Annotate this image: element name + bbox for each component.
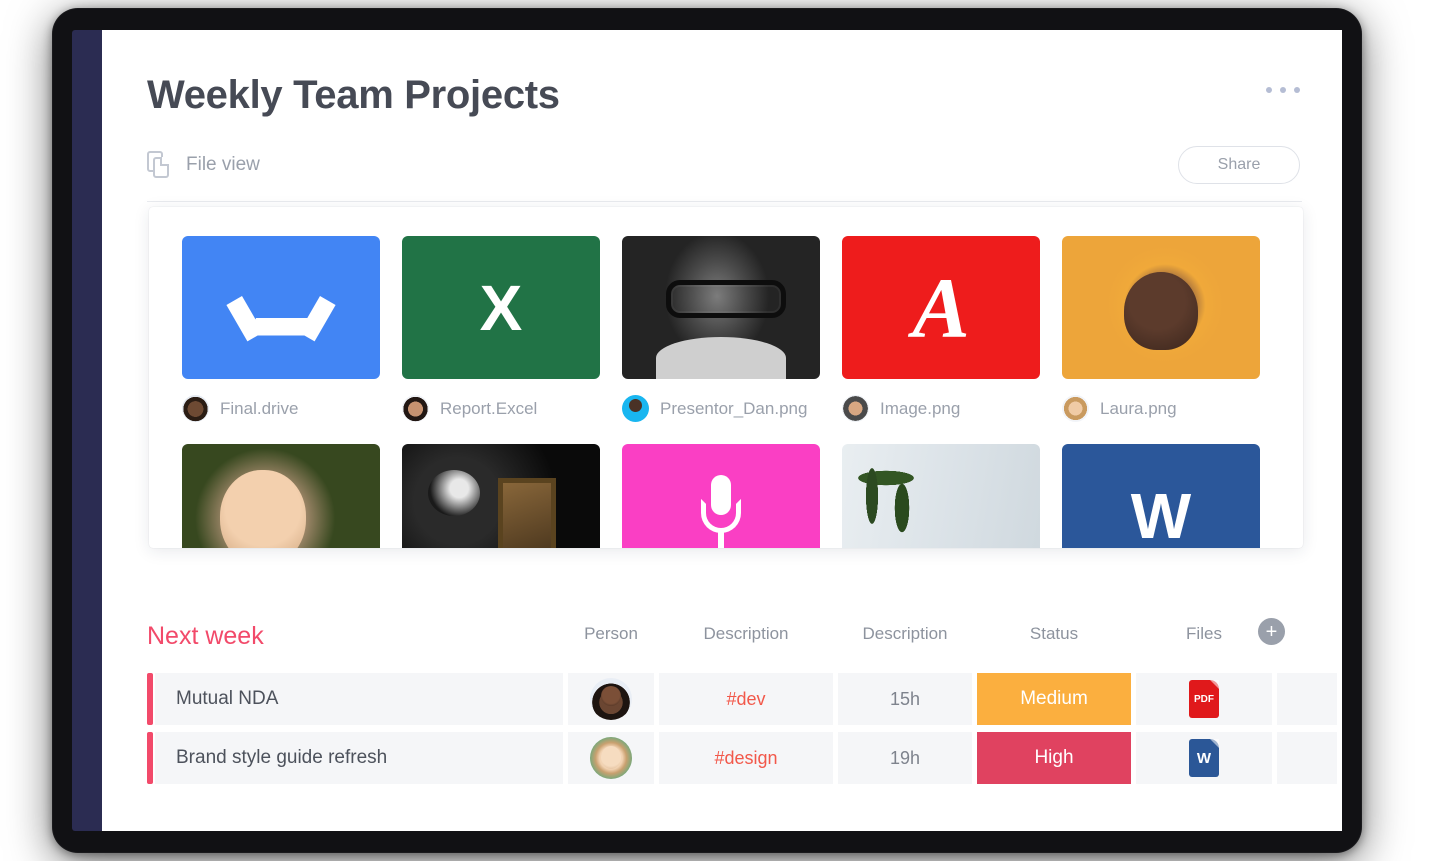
file-card[interactable]: A Image.png: [842, 236, 1040, 422]
add-column-button[interactable]: +: [1258, 618, 1285, 645]
file-meta: Final.drive: [182, 395, 380, 422]
row-files[interactable]: W: [1136, 732, 1272, 784]
avatar: [182, 395, 209, 422]
tab-file-view-label: File view: [186, 154, 260, 175]
file-thumbnail-word[interactable]: W: [1062, 444, 1260, 548]
google-drive-icon: [226, 274, 336, 342]
file-thumbnail-drive[interactable]: [182, 236, 380, 379]
avatar: [842, 395, 869, 422]
file-thumbnail-audio[interactable]: [622, 444, 820, 548]
column-header-person[interactable]: Person: [568, 624, 654, 644]
file-thumbnail-excel[interactable]: X: [402, 236, 600, 379]
acrobat-icon: A: [912, 259, 970, 356]
avatar: [402, 395, 429, 422]
file-card[interactable]: W: [1062, 444, 1260, 548]
files-panel: Final.drive X Report.Excel Presentor_Dan…: [149, 207, 1303, 548]
file-card[interactable]: X Report.Excel: [402, 236, 600, 422]
row-tag[interactable]: #design: [659, 732, 833, 784]
file-card[interactable]: [182, 444, 380, 548]
document-icon: [147, 151, 172, 179]
row-person[interactable]: [568, 673, 654, 725]
row-title[interactable]: Mutual NDA: [155, 673, 563, 725]
app-side-rail: [72, 30, 102, 831]
file-thumbnail-photo[interactable]: [1062, 236, 1260, 379]
page-title: Weekly Team Projects: [147, 73, 560, 117]
tab-file-view[interactable]: File view: [147, 142, 260, 188]
file-name: Final.drive: [220, 398, 299, 418]
app-board: Weekly Team Projects File view Share Fin…: [102, 30, 1342, 831]
avatar: [622, 395, 649, 422]
file-card[interactable]: Laura.png: [1062, 236, 1260, 422]
table-row[interactable]: Brand style guide refresh #design 19h Hi…: [147, 732, 1337, 784]
file-meta: Laura.png: [1062, 395, 1260, 422]
column-header-status[interactable]: Status: [977, 624, 1131, 644]
file-name: Report.Excel: [440, 398, 538, 418]
file-thumbnail-photo[interactable]: [622, 236, 820, 379]
file-thumbnail-pdf[interactable]: A: [842, 236, 1040, 379]
microphone-icon: [699, 474, 743, 548]
file-card[interactable]: Final.drive: [182, 236, 380, 422]
row-extra-cell[interactable]: [1277, 732, 1337, 784]
row-tag[interactable]: #dev: [659, 673, 833, 725]
file-card[interactable]: Presentor_Dan.png: [622, 236, 820, 422]
view-tab-bar: File view: [147, 142, 1302, 202]
file-thumbnail-photo[interactable]: [842, 444, 1040, 548]
word-icon: W: [1130, 479, 1192, 548]
avatar: [590, 678, 632, 720]
file-name: Image.png: [880, 398, 961, 418]
more-options-icon[interactable]: [1266, 80, 1300, 100]
row-status-badge[interactable]: High: [977, 732, 1131, 784]
row-hours[interactable]: 19h: [838, 732, 972, 784]
avatar: [590, 737, 632, 779]
avatar: [1062, 395, 1089, 422]
row-accent-bar: [147, 673, 153, 725]
share-button[interactable]: Share: [1178, 146, 1300, 184]
table-row[interactable]: Mutual NDA #dev 15h Medium PDF: [147, 673, 1337, 725]
file-card[interactable]: [622, 444, 820, 548]
file-thumbnail-photo[interactable]: [182, 444, 380, 548]
row-files[interactable]: PDF: [1136, 673, 1272, 725]
row-hours[interactable]: 15h: [838, 673, 972, 725]
file-name: Presentor_Dan.png: [660, 398, 808, 418]
file-card[interactable]: [402, 444, 600, 548]
file-grid: Final.drive X Report.Excel Presentor_Dan…: [182, 236, 1303, 548]
file-name: Laura.png: [1100, 398, 1177, 418]
word-file-icon[interactable]: W: [1189, 739, 1219, 777]
file-meta: Presentor_Dan.png: [622, 395, 820, 422]
file-meta: Report.Excel: [402, 395, 600, 422]
row-person[interactable]: [568, 732, 654, 784]
pdf-file-icon[interactable]: PDF: [1189, 680, 1219, 718]
file-meta: Image.png: [842, 395, 1040, 422]
row-extra-cell[interactable]: [1277, 673, 1337, 725]
row-title[interactable]: Brand style guide refresh: [155, 732, 563, 784]
column-header-description-1[interactable]: Description: [659, 624, 833, 644]
file-card[interactable]: [842, 444, 1040, 548]
file-thumbnail-photo[interactable]: [402, 444, 600, 548]
row-accent-bar: [147, 732, 153, 784]
column-header-files[interactable]: Files: [1136, 624, 1272, 644]
row-status-badge[interactable]: Medium: [977, 673, 1131, 725]
excel-icon: X: [479, 271, 523, 344]
column-header-description-2[interactable]: Description: [838, 624, 972, 644]
table-header-row: Person Description Description Status Fi…: [147, 618, 1307, 656]
